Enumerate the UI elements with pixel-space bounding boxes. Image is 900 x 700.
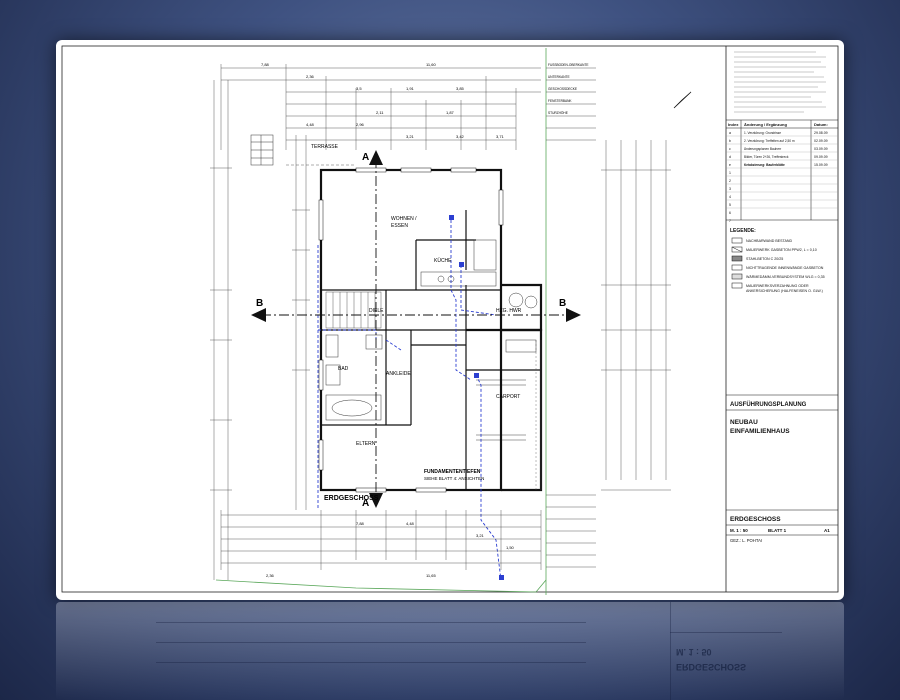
sheet-title: ERDGESCHOSS bbox=[730, 516, 781, 523]
legend-item-4: NICHTTRAGENDE INNENWÄNDE GASBETON bbox=[746, 266, 824, 270]
legend-item-6: MAUERWERKSVERZAHNUNG ODER bbox=[746, 284, 809, 288]
revision-row-number: 2 bbox=[729, 179, 731, 183]
section-b-right-label: B bbox=[559, 298, 566, 309]
level-label-2: UNTERKANTE bbox=[548, 75, 570, 79]
dim-bottom-6: 1,50 bbox=[506, 545, 515, 550]
legend-item-2: MAUERWERK GASBETON PPW2, L = 0,10 bbox=[746, 248, 817, 252]
revision-row-number: 1 bbox=[729, 171, 731, 175]
dim-top-13: 3,71 bbox=[496, 134, 505, 139]
level-label-1: FUSSBODEN-OBERKANTE bbox=[548, 63, 589, 67]
room-label-bad: BAD bbox=[338, 366, 349, 372]
dim-top-6: 3,85 bbox=[456, 86, 465, 91]
legend-item-1: NACHBARWAND BESTAND bbox=[746, 239, 792, 243]
revision-row-number: 6 bbox=[729, 211, 731, 215]
dim-top-7: 2,11 bbox=[376, 110, 384, 115]
dim-bottom-3: 7,88 bbox=[356, 521, 365, 526]
section-b-left-label: B bbox=[256, 298, 263, 309]
revision-date-a: 29.08.09 bbox=[814, 131, 828, 135]
revision-col-change: Änderung / Ergänzung bbox=[744, 122, 787, 127]
room-label-essen: ESSEN bbox=[391, 223, 408, 229]
legend-title: LEGENDE: bbox=[730, 228, 756, 234]
revision-change-c: Änderungsplanen Bauherr bbox=[744, 147, 782, 151]
revision-index-d: d bbox=[729, 155, 731, 159]
revision-date-e: 15.09.09 bbox=[814, 163, 828, 167]
dim-top-9: 4,48 bbox=[306, 122, 315, 127]
legend-item-7: ANKERSICHERUNG (HALFENEISEN O. GLW.) bbox=[746, 289, 823, 293]
level-label-4: FENSTERBANK bbox=[548, 99, 572, 103]
room-label-hzg-hwr: HZG. HWR bbox=[496, 308, 522, 314]
section-a-top-label: A bbox=[362, 152, 369, 163]
dim-top-1: 7,88 bbox=[261, 62, 270, 67]
dim-top-12: 3,42 bbox=[456, 134, 465, 139]
terrace-label: TERRASSE bbox=[311, 144, 339, 150]
dim-top-4: 3,5 bbox=[356, 86, 362, 91]
revision-date-c: 03.09.09 bbox=[814, 147, 828, 151]
floor-label-erdgeschoss: ERDGESCHOSS bbox=[324, 495, 379, 502]
revision-row-number: 4 bbox=[729, 195, 731, 199]
dim-top-5: 1,91 bbox=[406, 86, 415, 91]
dim-bottom-1: 2,36 bbox=[266, 573, 275, 578]
legend-item-5: WÄRMEDÄMM-VERBUNDSYSTEM WLG = 0,35 bbox=[746, 275, 825, 279]
floor-plan-drawing: 7,88 11,60 2,36 3,5 1,91 3,85 2,11 1,87 … bbox=[61, 45, 839, 595]
level-label-3: GESCHOSSDECKE bbox=[548, 87, 577, 91]
revision-change-e: Ketabzierung: Bauferblätte bbox=[744, 163, 785, 167]
room-label-kueche: KÜCHE bbox=[434, 257, 452, 264]
dim-top-3: 2,36 bbox=[306, 74, 315, 79]
revision-index-e: e bbox=[729, 163, 731, 167]
revision-index-a: a bbox=[729, 131, 731, 135]
revision-col-date: Datum: bbox=[814, 122, 828, 127]
project-title-line1: NEUBAU bbox=[730, 419, 758, 426]
room-label-carport: CARPORT bbox=[496, 394, 520, 400]
revision-index-b: b bbox=[729, 139, 731, 143]
reflection-sheet-scale: M. 1 : 50 bbox=[676, 647, 712, 657]
sheet-format: A1 bbox=[824, 528, 830, 533]
revision-index-c: c bbox=[729, 147, 731, 151]
dim-top-11: 3,21 bbox=[406, 134, 415, 139]
room-label-ankleide: ANKLEIDE bbox=[386, 371, 411, 377]
legend-item-3: STAHLBETON C 20/25 bbox=[746, 257, 783, 261]
dim-top-10: 2,96 bbox=[356, 122, 365, 127]
revision-number-column: 1 2 3 4 5 6 7 bbox=[729, 171, 731, 223]
room-label-diele: DIELE bbox=[369, 308, 384, 314]
level-label-5: STURZHÖHE bbox=[548, 111, 568, 115]
dim-bottom-5: 3,21 bbox=[476, 533, 485, 538]
sheet-number: BLATT 1 bbox=[768, 528, 787, 533]
dim-bottom-2: 11,65 bbox=[426, 573, 436, 578]
fundament-note-line2: SIEHE BLATT 4: ANSICHTEN bbox=[424, 476, 484, 481]
project-phase: AUSFÜHRUNGSPLANUNG bbox=[730, 401, 807, 408]
dim-top-2: 11,60 bbox=[426, 62, 436, 67]
revision-row-number: 7 bbox=[729, 219, 731, 223]
sheet-reflection: ERDGESCHOSS M. 1 : 50 bbox=[56, 602, 844, 700]
revision-change-d: Bilder, Türen 2+26, Treffestreck bbox=[744, 155, 789, 159]
revision-row-number: 3 bbox=[729, 187, 731, 191]
revision-date-b: 02.09.09 bbox=[814, 139, 828, 143]
room-label-wohnen: WOHNEN / bbox=[391, 216, 417, 222]
drawn-by: GEZ.: L. POHTAI bbox=[730, 538, 762, 543]
room-label-eltern: ELTERN bbox=[356, 441, 376, 447]
dim-bottom-4: 4,48 bbox=[406, 521, 415, 526]
sheet-scale: M. 1 : 50 bbox=[730, 528, 748, 533]
dim-top-8: 1,87 bbox=[446, 110, 455, 115]
revision-row-number: 5 bbox=[729, 203, 731, 207]
reflection-sheet-title: ERDGESCHOSS bbox=[676, 662, 747, 672]
revision-col-index: Index bbox=[728, 122, 739, 127]
revision-date-d: 09.09.09 bbox=[814, 155, 828, 159]
revision-change-a: 1. Verzkörung: Grundrisse bbox=[744, 131, 781, 135]
fundament-note-line1: FUNDAMENTENTIEFEN bbox=[424, 469, 481, 475]
revision-change-b: 2. Verzkörung: Treffelten auf 2,50 m bbox=[744, 139, 795, 143]
drawing-sheet: 7,88 11,60 2,36 3,5 1,91 3,85 2,11 1,87 … bbox=[56, 40, 844, 600]
project-title-line2: EINFAMILIENHAUS bbox=[730, 428, 790, 435]
